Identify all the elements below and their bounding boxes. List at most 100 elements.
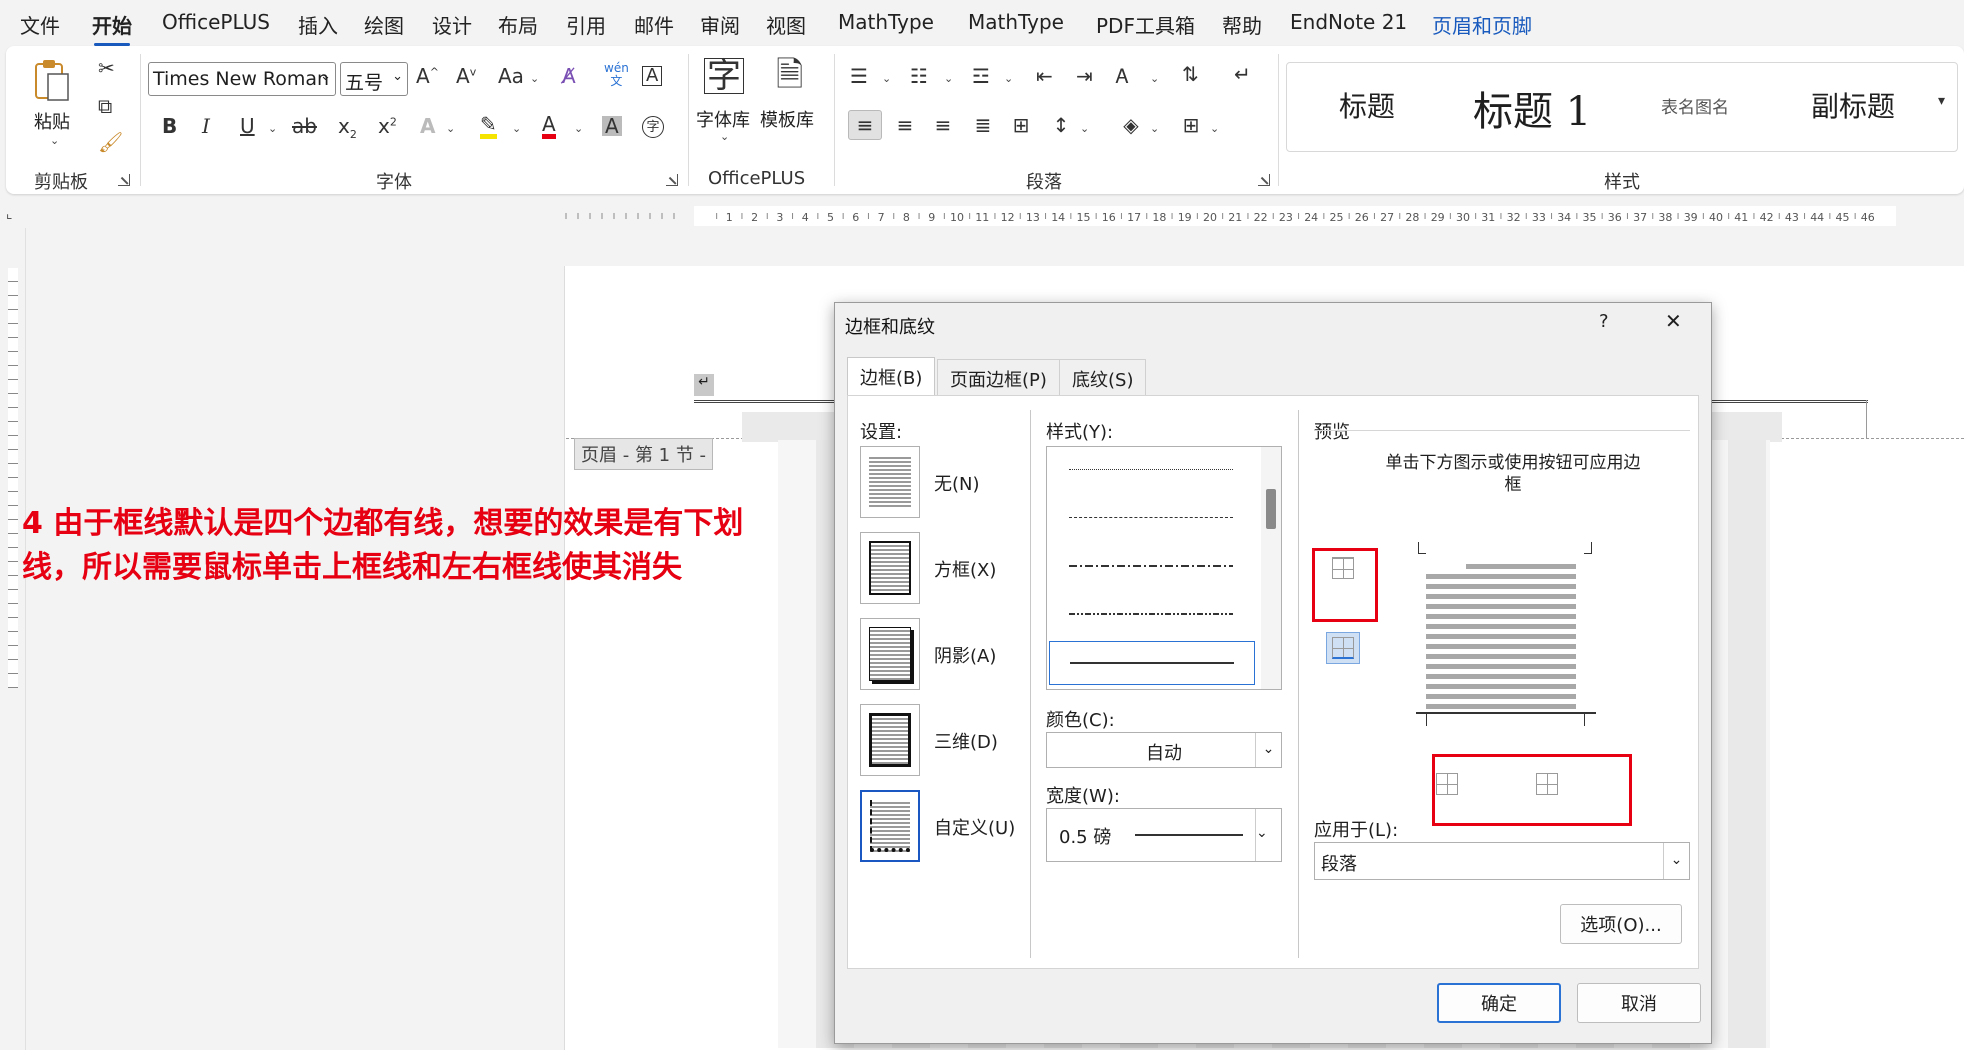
align-center-icon[interactable]: ≡ <box>888 110 922 140</box>
font-color-dropdown-icon[interactable]: ⌄ <box>574 122 583 135</box>
sort-icon[interactable]: ⇅ <box>1182 64 1199 84</box>
paste-dropdown-icon[interactable]: ⌄ <box>50 134 59 147</box>
font-color-icon[interactable]: A <box>542 114 556 139</box>
line-style-dotted[interactable] <box>1069 469 1233 470</box>
setting-3d[interactable]: 三维(D) <box>860 704 1020 776</box>
chinese-layout-dropdown-icon[interactable]: ⌄ <box>1150 72 1159 85</box>
style-list-scrollbar[interactable] <box>1261 447 1281 689</box>
setting-none[interactable]: 无(N) <box>860 446 1020 518</box>
setting-box[interactable]: 方框(X) <box>860 532 1020 604</box>
menu-draw[interactable]: 绘图 <box>364 10 404 39</box>
menu-pdf-toolbox[interactable]: PDF工具箱 <box>1096 10 1195 39</box>
font-library-label[interactable]: 字体库 <box>696 106 750 132</box>
menu-header-footer[interactable]: 页眉和页脚 <box>1432 10 1532 39</box>
char-shading-icon[interactable]: A <box>602 116 622 136</box>
multilevel-dropdown-icon[interactable]: ⌄ <box>1004 72 1013 85</box>
copy-icon[interactable]: ⧉ <box>98 96 112 116</box>
grow-font-icon[interactable]: A^ <box>416 66 439 86</box>
menu-mailings[interactable]: 邮件 <box>634 10 674 39</box>
char-border-icon[interactable]: A <box>642 66 663 86</box>
align-left-icon[interactable]: ≡ <box>848 110 882 140</box>
menu-home[interactable]: 开始 <box>92 10 132 46</box>
shading-icon[interactable]: ◈ <box>1114 110 1148 140</box>
paste-label[interactable]: 粘贴 <box>34 108 70 134</box>
line-style-dash-dot-dot[interactable] <box>1069 613 1233 615</box>
shading-dropdown-icon[interactable]: ⌄ <box>1150 122 1159 135</box>
setting-custom[interactable]: 自定义(U) <box>860 790 1020 862</box>
justify-icon[interactable]: ≣ <box>966 110 1000 140</box>
menu-officeplus[interactable]: OfficePLUS <box>162 10 270 34</box>
menu-help[interactable]: 帮助 <box>1222 10 1262 39</box>
font-size-combo[interactable]: 五号 ⌄ <box>340 62 408 96</box>
bottom-border-button[interactable] <box>1326 632 1360 664</box>
enclose-char-icon[interactable]: 字 <box>642 116 664 138</box>
change-case-icon[interactable]: Aa <box>498 66 524 86</box>
menu-design[interactable]: 设计 <box>432 10 472 39</box>
style-caption[interactable]: 表名图名 <box>1661 93 1729 179</box>
strikethrough-icon[interactable]: ab <box>292 116 317 136</box>
options-button[interactable]: 选项(O)... <box>1560 904 1682 944</box>
style-heading1[interactable]: 标题 1 <box>1473 79 1591 165</box>
ok-button[interactable]: 确定 <box>1437 983 1561 1023</box>
italic-icon[interactable]: I <box>202 116 210 136</box>
subscript-icon[interactable]: x2 <box>338 116 357 140</box>
scrollbar-thumb[interactable] <box>1266 489 1276 529</box>
line-spacing-dropdown-icon[interactable]: ⌄ <box>1080 122 1089 135</box>
menu-layout[interactable]: 布局 <box>498 10 538 39</box>
distributed-icon[interactable]: ⊞ <box>1004 110 1038 140</box>
setting-shadow[interactable]: 阴影(A) <box>860 618 1020 690</box>
chinese-layout-icon[interactable]: Ꭺ <box>1116 66 1129 86</box>
borders-dropdown-icon[interactable]: ⌄ <box>1210 122 1219 135</box>
phonetic-guide-icon[interactable]: wén 文 <box>604 62 629 88</box>
multilevel-list-icon[interactable]: ☲ <box>972 66 990 86</box>
cancel-button[interactable]: 取消 <box>1577 983 1701 1023</box>
paste-icon[interactable] <box>30 56 74 106</box>
line-spacing-icon[interactable]: ↕ <box>1044 110 1078 140</box>
color-select[interactable]: 自动 ⌄ <box>1046 732 1282 768</box>
font-name-combo[interactable]: Times New Roman ⌄ <box>148 62 336 96</box>
format-painter-icon[interactable]: 🖌 <box>98 132 123 152</box>
line-style-dashed[interactable] <box>1069 517 1233 518</box>
apply-to-select[interactable]: 段落 ⌄ <box>1314 842 1690 880</box>
clear-formatting-icon[interactable]: A̸ <box>562 66 576 86</box>
underline-dropdown-icon[interactable]: ⌄ <box>268 122 277 135</box>
template-library-label[interactable]: 模板库 <box>760 106 814 132</box>
close-icon[interactable]: ✕ <box>1665 309 1682 333</box>
width-select[interactable]: 0.5 磅 ⌄ <box>1046 808 1282 862</box>
text-effects-dropdown-icon[interactable]: ⌄ <box>446 122 455 135</box>
paragraph-launcher-icon[interactable] <box>1258 174 1270 186</box>
bullets-dropdown-icon[interactable]: ⌄ <box>882 72 891 85</box>
menu-references[interactable]: 引用 <box>566 10 606 39</box>
change-case-dropdown-icon[interactable]: ⌄ <box>530 72 539 85</box>
line-style-solid-selected[interactable] <box>1049 641 1255 685</box>
menu-insert[interactable]: 插入 <box>298 10 338 39</box>
styles-more-icon[interactable]: ▾ <box>1938 94 1945 108</box>
font-library-icon[interactable]: 字 <box>704 58 744 94</box>
underline-icon[interactable]: U <box>240 116 255 136</box>
menu-endnote[interactable]: EndNote 21 <box>1290 10 1407 34</box>
menu-review[interactable]: 审阅 <box>700 10 740 39</box>
style-subtitle[interactable]: 副标题 <box>1811 85 1895 171</box>
numbering-dropdown-icon[interactable]: ⌄ <box>944 72 953 85</box>
font-launcher-icon[interactable] <box>666 174 678 186</box>
highlight-dropdown-icon[interactable]: ⌄ <box>512 122 521 135</box>
bullets-icon[interactable]: ☰ <box>850 66 868 86</box>
decrease-indent-icon[interactable]: ⇤ <box>1036 66 1053 86</box>
tab-shading[interactable]: 底纹(S) <box>1059 359 1147 395</box>
numbering-icon[interactable]: ☷ <box>910 66 928 86</box>
vertical-ruler[interactable] <box>0 228 26 1050</box>
show-marks-icon[interactable]: ↵ <box>1234 64 1251 84</box>
menu-file[interactable]: 文件 <box>20 10 60 39</box>
tab-selector-icon[interactable]: ⌞ <box>6 206 13 222</box>
increase-indent-icon[interactable]: ⇥ <box>1076 66 1093 86</box>
menu-mathtype-2[interactable]: MathType <box>968 10 1064 34</box>
font-library-dropdown-icon[interactable]: ⌄ <box>720 130 729 143</box>
tab-borders[interactable]: 边框(B) <box>847 357 936 397</box>
menu-mathtype-1[interactable]: MathType <box>838 10 934 34</box>
horizontal-ruler[interactable]: 1 2 3 4 5 6 7 8 9 10 11 12 13 14 15 16 17 18 19 20 21 22 23 24 2… <box>560 204 1964 228</box>
tab-page-border[interactable]: 页面边框(P) <box>937 359 1060 395</box>
shrink-font-icon[interactable]: Av <box>456 66 476 86</box>
line-style-list[interactable] <box>1046 446 1282 690</box>
clipboard-launcher-icon[interactable] <box>118 174 130 186</box>
style-title[interactable]: 标题 <box>1339 85 1395 171</box>
